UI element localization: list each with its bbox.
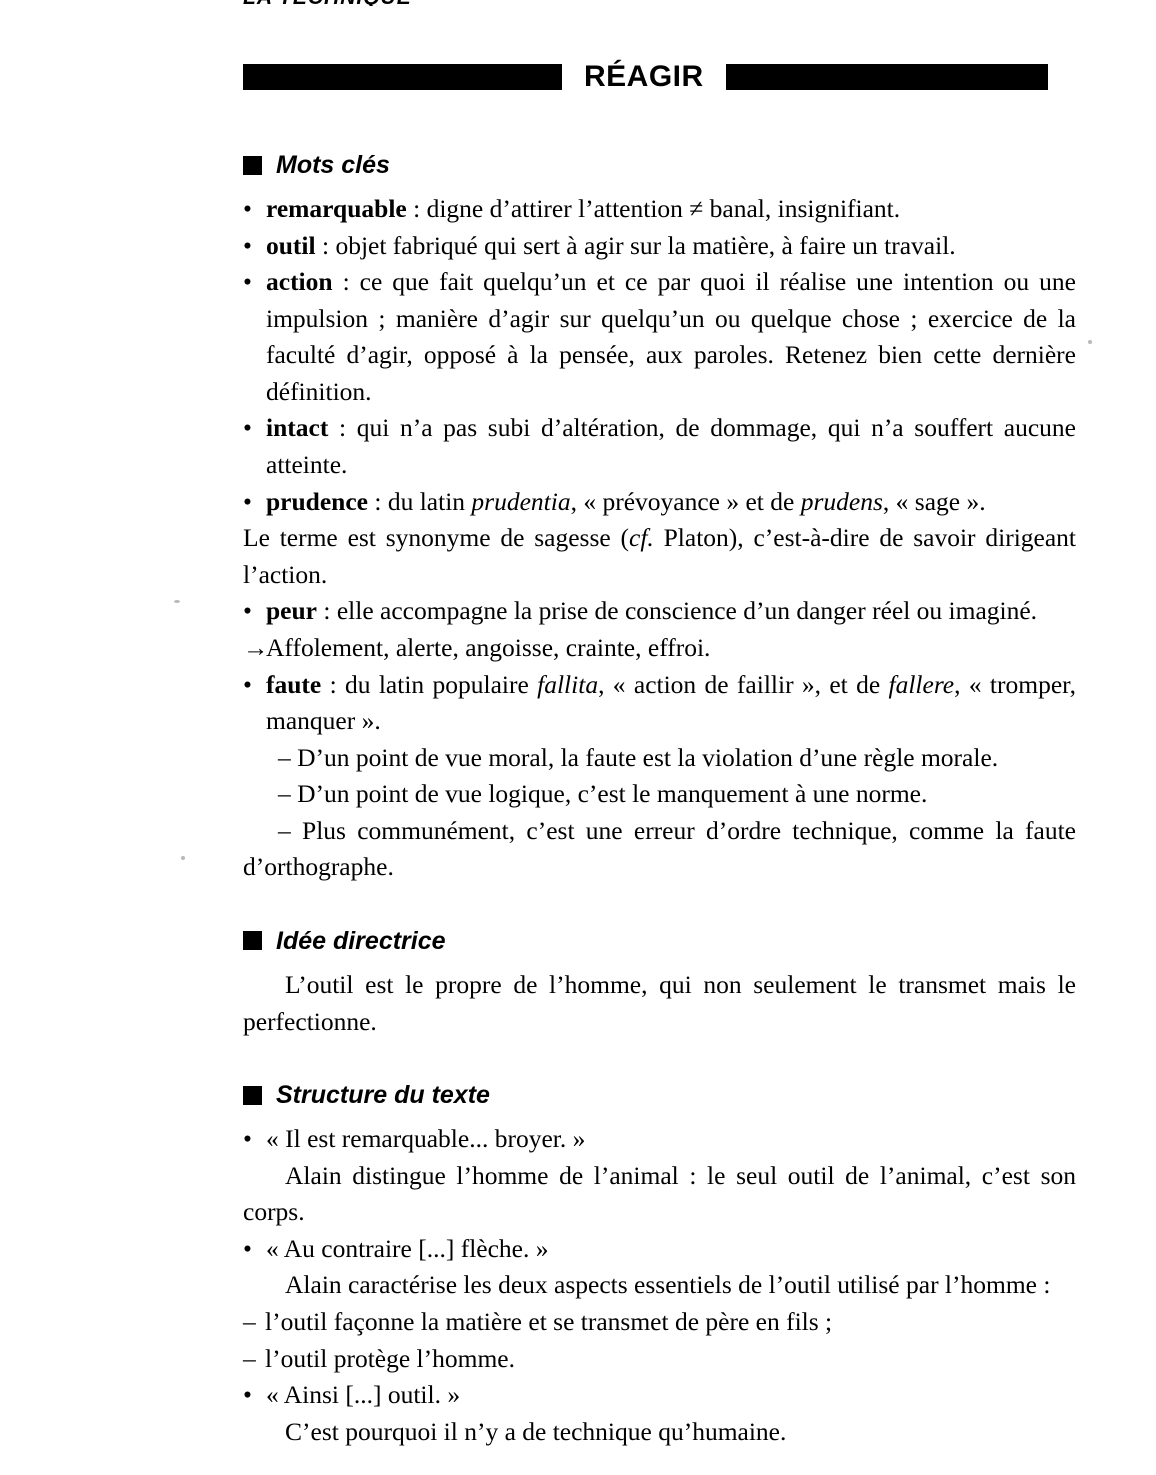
- roman-run: du latin populaire: [345, 669, 538, 699]
- scan-speckle: [1088, 340, 1092, 344]
- keyword-separator: :: [328, 413, 357, 443]
- filled-square-icon: [243, 155, 262, 175]
- synonym-list: Affolement, alerte, angoisse, crainte, e…: [266, 632, 711, 662]
- keyword-separator: :: [321, 669, 345, 699]
- keyword-item: • prudence : du latin prudentia, « prévoy…: [243, 484, 1076, 521]
- italic-run: cf.: [629, 523, 654, 553]
- faute-subpoint: – D’un point de vue logique, c’est le ma…: [243, 776, 1076, 813]
- keyword-term: faute: [266, 669, 322, 699]
- scan-speckle: [181, 856, 185, 860]
- bullet-icon: •: [243, 413, 252, 443]
- dash-icon: –: [278, 779, 291, 809]
- idee-directrice-paragraph: L’outil est le propre de l’homme, qui no…: [243, 969, 1076, 1036]
- section-heading-mots-cles: Mots clés: [243, 150, 1076, 180]
- roman-run: , « action de faillir », et de: [598, 669, 889, 699]
- scan-speckle: [174, 600, 180, 603]
- keyword-separator: :: [332, 267, 360, 297]
- keyword-item: • peur : elle accompagne la prise de cons…: [243, 593, 1076, 630]
- keyword-term: intact: [266, 413, 329, 443]
- dash-icon: –: [278, 815, 291, 845]
- structure-dash-item: – l’outil protège l’homme.: [243, 1341, 1076, 1378]
- keyword-term: remarquable: [266, 194, 407, 223]
- keyword-separator: :: [315, 230, 336, 260]
- keyword-definition: digne d’attirer l’attention ≠ banal, ins…: [426, 194, 901, 223]
- keyword-term: prudence: [266, 486, 368, 516]
- bullet-icon: •: [243, 1380, 252, 1410]
- faute-subpoint-body: D’un point de vue logique, c’est le manq…: [297, 779, 928, 809]
- keyword-definition: ce que fait quelqu’un et ce par quoi il …: [266, 267, 1076, 406]
- bullet-icon: •: [243, 596, 252, 626]
- dash-icon: –: [243, 1307, 256, 1337]
- faute-subpoint: – D’un point de vue moral, la faute est …: [243, 740, 1076, 777]
- dash-icon: –: [243, 1343, 256, 1373]
- bullet-icon: •: [243, 669, 252, 699]
- keyword-continuation: Le terme est synonyme de sagesse (cf. Pl…: [243, 520, 1076, 593]
- keyword-item: • faute : du latin populaire fallita, « a…: [243, 667, 1076, 740]
- keyword-item: • remarquable : digne d’attirer l’attenti…: [243, 191, 1076, 228]
- section-heading-label: Structure du texte: [276, 1081, 490, 1110]
- roman-run: , « prévoyance » et de: [570, 486, 801, 516]
- section-heading-label: Idée directrice: [276, 926, 446, 955]
- structure-comment: Alain distingue l’homme de l’animal : le…: [243, 1160, 1076, 1227]
- keyword-term: outil: [266, 230, 316, 260]
- keyword-continuation-rich: Le terme est synonyme de sagesse (cf. Pl…: [243, 523, 1076, 589]
- section-heading-idee-directrice: Idée directrice: [243, 926, 1076, 956]
- title-rule-left: [243, 64, 562, 90]
- structure-quote-text: « Ainsi [...] outil. »: [266, 1380, 461, 1410]
- keyword-definition-rich: du latin populaire fallita, « action de …: [266, 670, 1076, 736]
- bullet-icon: •: [243, 267, 252, 297]
- faute-subpoint: – Plus communément, c’est une erreur d’o…: [243, 813, 1076, 886]
- bullet-icon: •: [243, 1233, 252, 1263]
- keyword-separator: :: [406, 194, 427, 223]
- roman-run: Le terme est synonyme de sagesse (: [243, 523, 630, 553]
- faute-subpoint-body: Plus communément, c’est une erreur d’ord…: [243, 815, 1077, 882]
- structure-comment: C’est pourquoi il n’y a de technique qu’…: [285, 1416, 787, 1446]
- arrow-right-icon: →: [243, 632, 269, 662]
- structure-dash-item: – l’outil façonne la matière et se transm…: [243, 1304, 1076, 1341]
- filled-square-icon: [243, 1085, 262, 1105]
- keyword-definition: elle accompagne la prise de conscience d…: [336, 596, 1038, 626]
- running-head: LA TECHNIQUE: [243, 0, 412, 6]
- structure-comment: Alain caractérise les deux aspects essen…: [285, 1270, 1051, 1300]
- page-title: RÉAGIR: [584, 60, 704, 93]
- keyword-definition-rich: du latin prudentia, « prévoyance » et de…: [388, 487, 986, 516]
- keyword-separator: :: [317, 596, 337, 626]
- keyword-item: • intact : qui n’a pas subi d’altération,…: [243, 410, 1076, 483]
- dash-icon: –: [278, 742, 291, 772]
- document-body: Mots clés • remarquable : digne d’attirer…: [243, 150, 1076, 1450]
- roman-run: du latin: [387, 486, 472, 516]
- keyword-term: action: [266, 267, 333, 297]
- italic-run: fallere: [888, 669, 955, 699]
- filled-square-icon: [243, 931, 262, 951]
- keyword-definition: objet fabriqué qui sert à agir sur la ma…: [335, 230, 956, 260]
- synonym-line: → Affolement, alerte, angoisse, crainte, …: [243, 630, 1076, 667]
- section-heading-structure-du-texte: Structure du texte: [243, 1080, 1076, 1110]
- bullet-icon: •: [243, 486, 252, 516]
- bullet-icon: •: [243, 1124, 252, 1154]
- structure-dash-text: l’outil protège l’homme.: [265, 1343, 515, 1373]
- faute-subpoint-body: D’un point de vue moral, la faute est la…: [297, 742, 999, 772]
- italic-run: prudens: [800, 486, 883, 516]
- keyword-item: • action : ce que fait quelqu’un et ce pa…: [243, 264, 1076, 410]
- bullet-icon: •: [243, 194, 252, 223]
- title-rule-right: [725, 64, 1048, 90]
- roman-run: , « sage ».: [882, 486, 986, 516]
- structure-quote-text: « Au contraire [...] flèche. »: [266, 1233, 549, 1263]
- structure-quote: • « Au contraire [...] flèche. »: [243, 1231, 1076, 1268]
- italic-run: prudentia: [471, 486, 571, 516]
- bullet-icon: •: [243, 230, 252, 260]
- keyword-separator: :: [368, 486, 388, 516]
- structure-quote: • « Il est remarquable... broyer. »: [243, 1121, 1076, 1158]
- structure-dash-text: l’outil façonne la matière et se transme…: [265, 1307, 833, 1337]
- structure-quote-text: « Il est remarquable... broyer. »: [266, 1124, 586, 1154]
- keyword-definition: qui n’a pas subi d’altération, de dommag…: [266, 413, 1076, 480]
- section-heading-label: Mots clés: [276, 151, 390, 179]
- page-title-bar: RÉAGIR: [243, 58, 1078, 96]
- structure-quote: • « Ainsi [...] outil. »: [243, 1377, 1076, 1414]
- keyword-term: peur: [266, 596, 317, 626]
- italic-run: fallita: [537, 669, 599, 699]
- keyword-item: • outil : objet fabriqué qui sert à agir …: [243, 228, 1076, 265]
